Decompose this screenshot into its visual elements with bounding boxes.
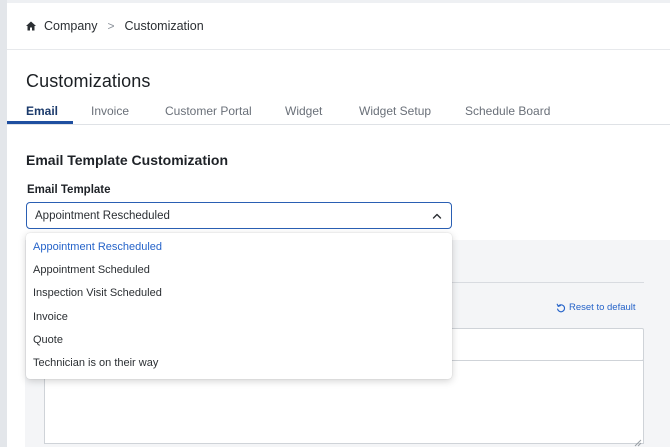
tab-bar: Email Invoice Customer Portal Widget Wid… [7,101,670,125]
dropdown-option[interactable]: Invoice [26,306,452,329]
dropdown-option[interactable]: Appointment Scheduled [26,259,452,282]
email-template-dropdown: Appointment Rescheduled Appointment Sche… [26,233,452,379]
breadcrumb: Company > Customization [25,17,204,35]
tab-invoice[interactable]: Invoice [91,101,129,125]
left-rail [0,0,7,447]
reset-label: Reset to default [569,302,636,313]
email-template-label: Email Template [27,184,111,196]
tab-customer-portal[interactable]: Customer Portal [165,101,252,125]
tab-widget-setup[interactable]: Widget Setup [359,101,431,125]
section-title: Email Template Customization [26,152,228,168]
dropdown-option[interactable]: Quote [26,329,452,352]
divider [7,49,670,50]
page-title: Customizations [26,71,151,91]
breadcrumb-current: Customization [124,19,204,33]
email-template-select[interactable]: Appointment Rescheduled [26,202,452,229]
dropdown-option[interactable]: Appointment Rescheduled [26,236,452,259]
breadcrumb-company[interactable]: Company [44,19,98,33]
chevron-right-icon: > [107,19,115,33]
reset-to-default-link[interactable]: Reset to default [556,302,636,313]
dropdown-option[interactable]: Inspection Visit Scheduled [26,282,452,305]
divider [452,282,644,283]
email-template-value: Appointment Rescheduled [35,209,170,222]
main-content: Company > Customization Customizations E… [7,3,670,447]
tab-widget[interactable]: Widget [285,101,322,125]
tab-schedule-board[interactable]: Schedule Board [465,101,550,125]
divider [7,124,670,125]
resize-handle-icon[interactable] [634,434,642,447]
chevron-up-icon [431,210,443,222]
dropdown-option[interactable]: Technician is on their way [26,352,452,375]
home-icon[interactable] [25,20,37,32]
reset-icon [556,303,566,313]
